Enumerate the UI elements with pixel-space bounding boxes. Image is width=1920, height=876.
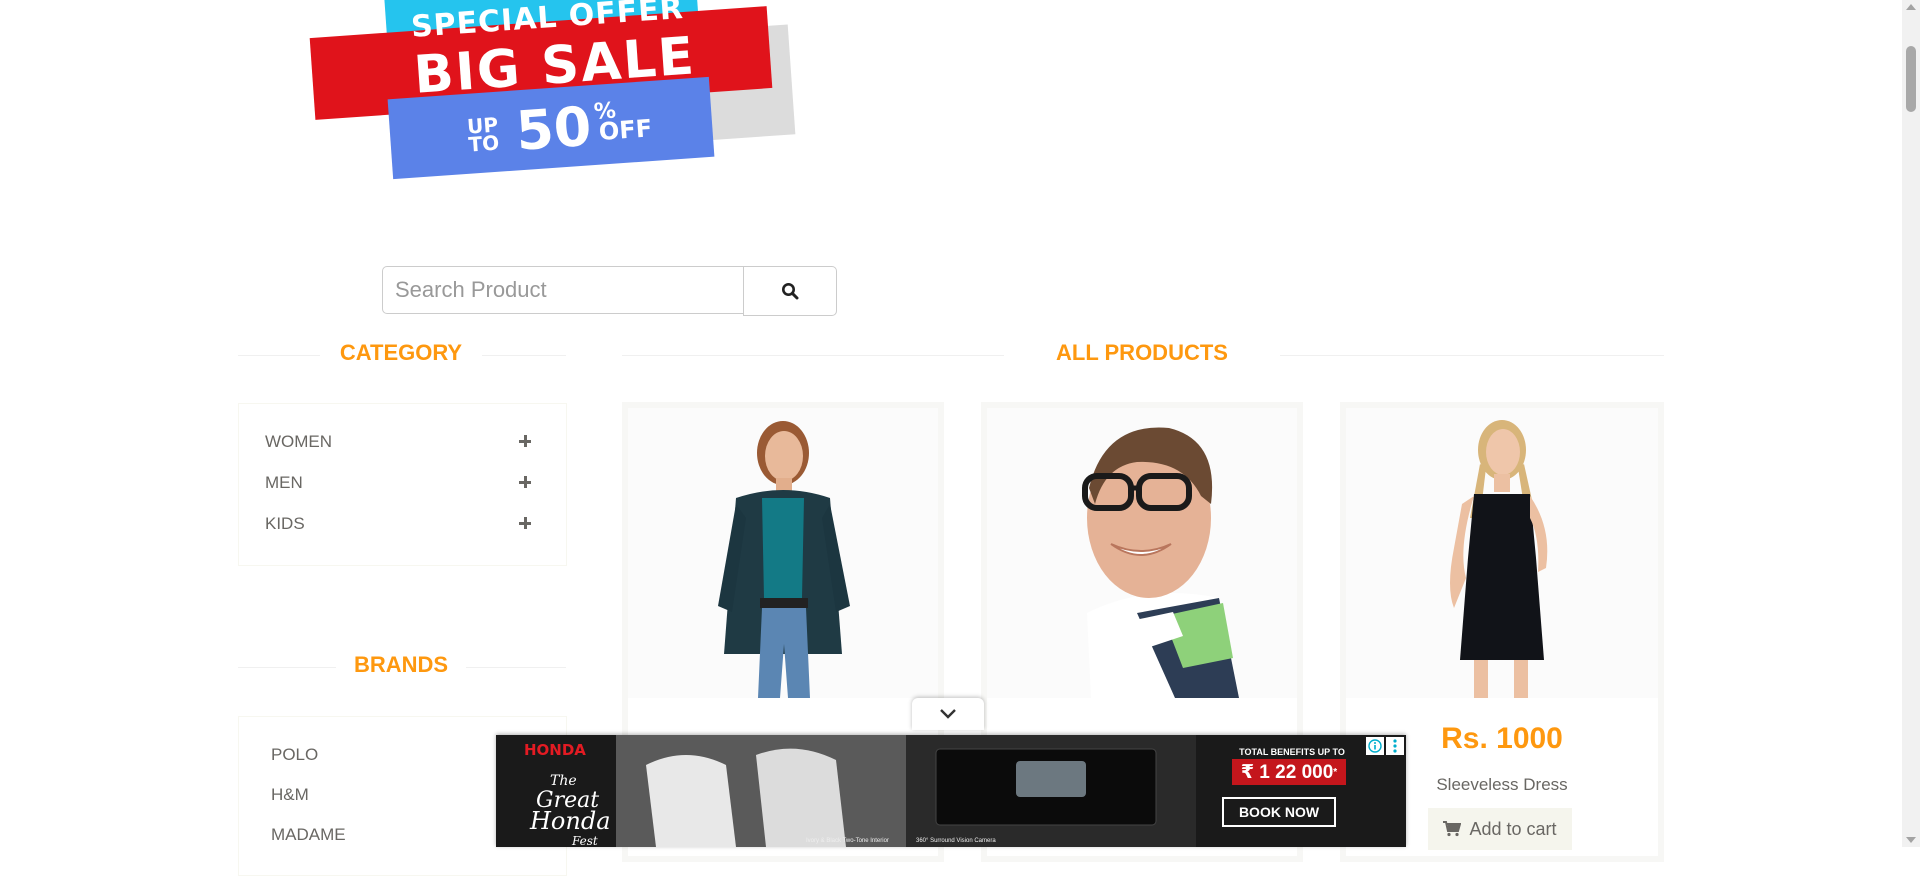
category-item-kids[interactable]: KIDS: [265, 514, 305, 534]
product-photo-man: [987, 408, 1297, 698]
plus-icon[interactable]: [519, 435, 533, 449]
brands-title-line-left: [238, 667, 336, 668]
banner-to: TO: [467, 130, 500, 157]
vertical-scrollbar[interactable]: [1902, 0, 1920, 847]
ad-benefits-asterisk: *: [1333, 766, 1338, 778]
scroll-up-icon[interactable]: [1906, 4, 1916, 10]
brands-title-line-right: [466, 667, 566, 668]
search-input[interactable]: [382, 266, 744, 314]
category-item-women[interactable]: WOMEN: [265, 432, 332, 452]
ad-menu-button[interactable]: [1386, 737, 1404, 755]
scroll-thumb[interactable]: [1906, 46, 1916, 112]
chevron-down-icon: [940, 709, 956, 719]
search-icon: [782, 283, 799, 300]
product-photo-woman: [628, 408, 938, 698]
ad-collapse-button[interactable]: [912, 698, 984, 730]
category-title-line-left: [238, 355, 320, 356]
brand-item-polo[interactable]: POLO: [271, 745, 318, 765]
products-title-line-left: [622, 355, 1004, 356]
info-icon: [1368, 739, 1382, 753]
ad-caption-interior: Ivory & Black Two-Tone Interior: [806, 838, 889, 844]
add-to-cart-label: Add to cart: [1469, 818, 1557, 839]
banner-off: OFF: [598, 114, 654, 146]
brand-item-madame[interactable]: MADAME: [271, 825, 346, 845]
ad-benefits-value: ₹ 1 22 000 *: [1232, 759, 1346, 785]
category-panel: WOMEN MEN KIDS: [238, 403, 567, 566]
search-button[interactable]: [743, 266, 837, 316]
scroll-down-icon[interactable]: [1906, 837, 1916, 843]
cart-icon: [1443, 821, 1462, 837]
product-image[interactable]: [987, 408, 1297, 698]
ad-benefits-label: TOTAL BENEFITS UP TO: [1239, 747, 1345, 757]
category-item-men[interactable]: MEN: [265, 473, 303, 493]
ad-info-button[interactable]: [1366, 737, 1384, 755]
ad-book-now-button[interactable]: BOOK NOW: [1222, 797, 1336, 827]
ad-caption-camera: 360° Surround Vision Camera: [916, 838, 996, 844]
category-title: CATEGORY: [339, 340, 463, 365]
ad-banner[interactable]: HONDA The Great Honda Fest TOTAL BENEFIT…: [496, 735, 1406, 847]
products-title-line-right: [1280, 355, 1664, 356]
product-image[interactable]: [1346, 408, 1658, 698]
brand-item-hm[interactable]: H&M: [271, 785, 309, 805]
category-title-line-right: [482, 355, 566, 356]
ad-headline: The Great Honda Fest: [530, 771, 611, 847]
ad-benefits-amount: ₹ 1 22 000: [1240, 761, 1334, 783]
add-to-cart-button[interactable]: Add to cart: [1428, 808, 1572, 850]
brands-title: BRANDS: [353, 652, 449, 677]
products-title: ALL PRODUCTS: [1056, 340, 1228, 365]
banner-amount: 50: [514, 94, 594, 163]
more-vertical-icon: [1393, 739, 1397, 753]
plus-icon[interactable]: [519, 517, 533, 531]
plus-icon[interactable]: [519, 476, 533, 490]
product-image[interactable]: [628, 408, 938, 698]
banner-up-to: UP TO: [462, 113, 504, 157]
ad-brand: HONDA: [524, 741, 586, 759]
ad-headline-honda: Honda: [530, 807, 611, 835]
product-photo-dress: [1346, 408, 1658, 698]
